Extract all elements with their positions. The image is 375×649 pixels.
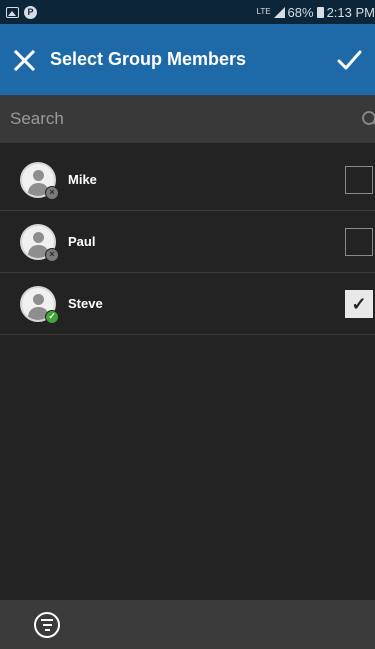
member-checkbox[interactable] [345,165,373,194]
member-row-mike[interactable]: × Mike [0,149,375,211]
network-type: LTE [256,7,271,16]
member-row-paul[interactable]: × Paul [0,211,375,273]
avatar: × [20,161,59,200]
status-bar-system: LTE 68% 2:13 PM [256,5,375,20]
status-bar-notifications: P [6,5,37,19]
member-name: Paul [68,234,96,249]
bottom-bar [0,600,375,649]
member-list: × Mike × Paul ✓ Steve ✓ [0,149,375,335]
online-status-icon: ✓ [45,309,59,324]
search-icon[interactable] [361,110,375,128]
close-icon[interactable] [12,48,36,72]
battery-percent: 68% [287,4,314,20]
search-input[interactable] [10,109,361,129]
member-name: Mike [68,172,97,187]
battery-icon [316,6,324,18]
filter-icon[interactable] [34,611,60,638]
member-name: Steve [68,296,103,311]
avatar: × [20,223,59,262]
clock: 2:13 PM [326,4,375,20]
check-icon[interactable] [335,46,363,74]
checkmark-icon: ✓ [351,293,367,314]
page-title: Select Group Members [50,49,247,69]
member-checkbox[interactable]: ✓ [345,289,373,318]
search-bar [0,95,375,143]
p-notification-icon: P [24,5,37,19]
member-row-steve[interactable]: ✓ Steve ✓ [0,273,375,335]
status-bar: P LTE 68% 2:13 PM [0,0,375,24]
signal-icon [273,6,285,18]
app-bar: Select Group Members [0,24,375,95]
member-checkbox[interactable] [345,227,373,256]
image-notification-icon [6,6,19,18]
avatar: ✓ [20,285,59,324]
offline-status-icon: × [45,185,59,200]
offline-status-icon: × [45,247,59,262]
